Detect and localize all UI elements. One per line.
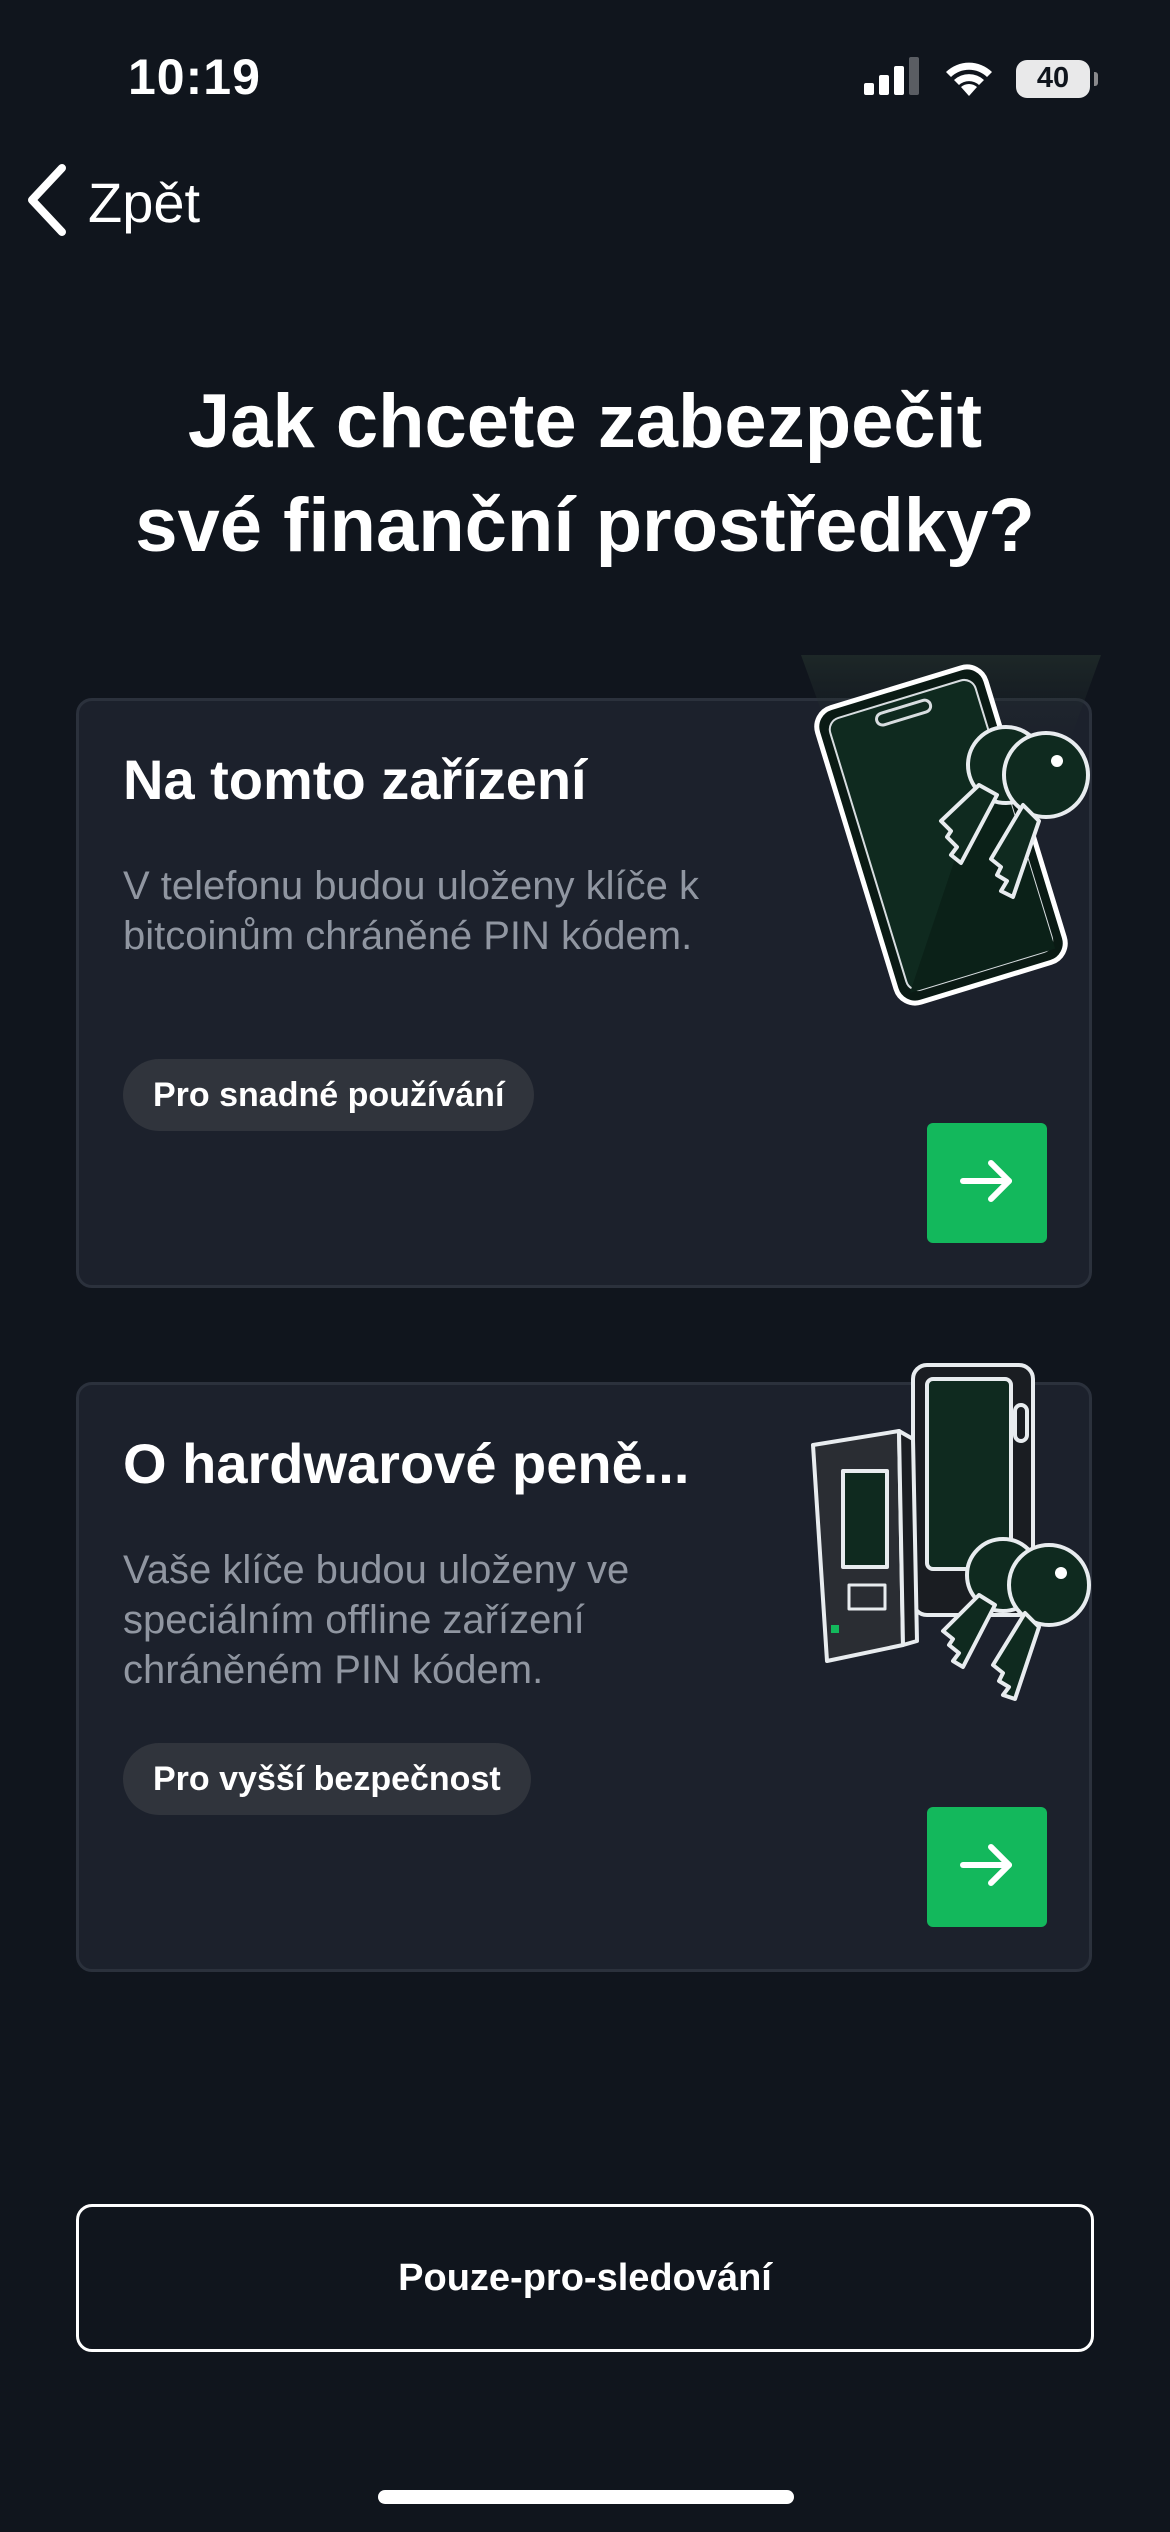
phone-with-keys-illustration [801, 655, 1101, 1006]
option-badge: Pro snadné používání [123, 1059, 535, 1131]
option-card-hardware-wallet[interactable]: O hardwarové peně... Vaše klíče budou ul… [76, 1363, 1092, 1972]
page-title-line-1: Jak chcete zabezpečit [187, 379, 983, 464]
back-button[interactable]: Zpět [24, 160, 200, 244]
option-badge: Pro vyšší bezpečnost [123, 1743, 531, 1815]
hardware-wallet-with-keys-illustration [811, 1363, 1091, 1701]
option-title: Na tomto zařízení [123, 748, 587, 811]
signal-icon [864, 57, 922, 100]
arrow-right-icon [959, 1159, 1015, 1208]
back-label: Zpět [88, 170, 201, 234]
page-title-line-2: své finanční prostředky? [135, 483, 1035, 568]
option-continue-button[interactable] [927, 1123, 1047, 1243]
battery-icon: 40 [1016, 59, 1098, 98]
battery-level: 40 [1036, 62, 1070, 94]
page-title: Jak chcete zabezpečit své finanční prost… [40, 370, 1130, 578]
status-time: 10:19 [128, 49, 261, 105]
option-card-this-device[interactable]: Na tomto zařízení V telefonu budou ulože… [76, 655, 1101, 1288]
status-bar: 10:19 40 [0, 0, 1170, 150]
chevron-left-icon [24, 163, 70, 241]
watch-only-button[interactable]: Pouze-pro-sledování [76, 2204, 1094, 2352]
option-description: V telefonu budou uloženy klíče k bitcoin… [123, 864, 699, 958]
status-icons: 40 [864, 56, 1098, 101]
wifi-icon [942, 56, 996, 101]
option-title: O hardwarové peně... [123, 1432, 690, 1495]
option-continue-button[interactable] [927, 1807, 1047, 1927]
home-indicator[interactable] [378, 2490, 794, 2504]
arrow-right-icon [959, 1843, 1015, 1892]
option-description: Vaše klíče budou uloženy ve speciálním o… [123, 1548, 630, 1692]
